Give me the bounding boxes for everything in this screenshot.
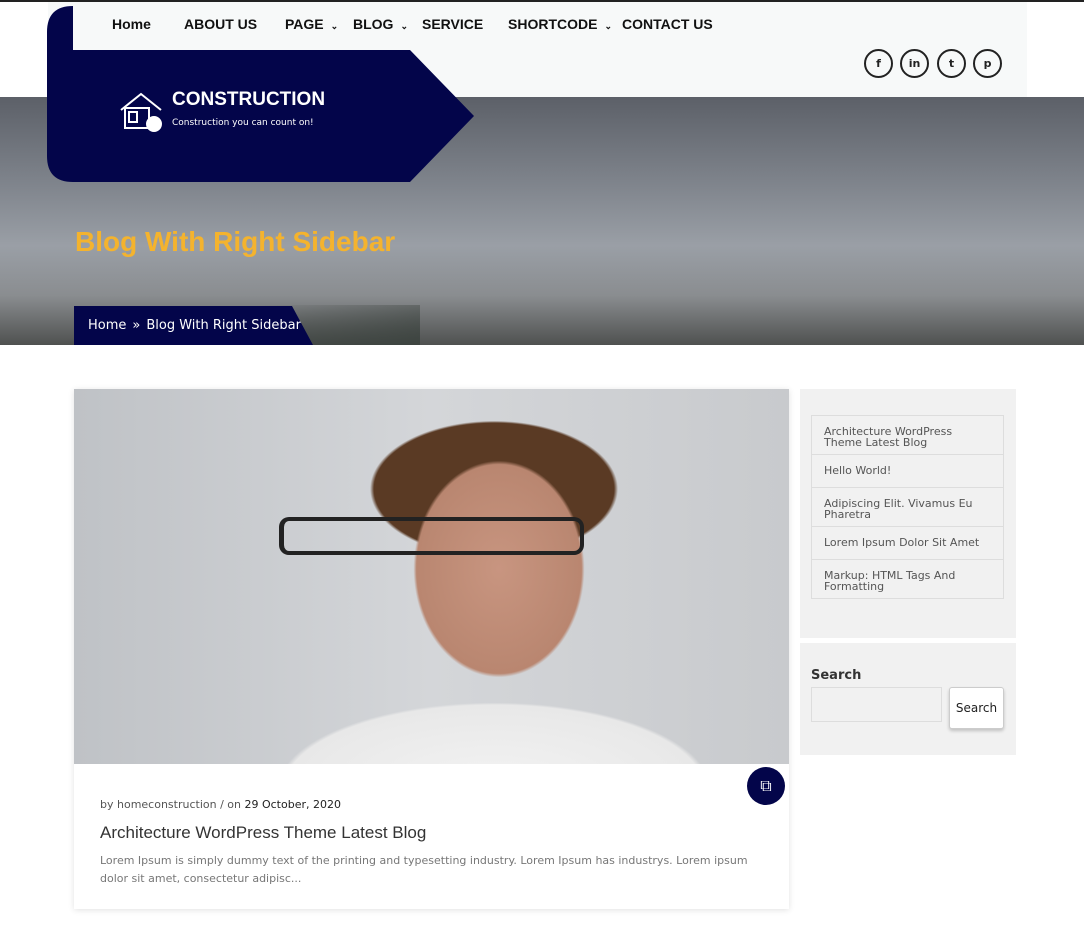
post-meta: by homeconstruction / on 29 October, 202… [100, 798, 341, 811]
glasses [279, 517, 584, 555]
nav-label: PAGE [285, 16, 324, 32]
linkedin-icon[interactable]: in [900, 49, 929, 78]
breadcrumb-separator-icon: » [132, 318, 141, 333]
breadcrumb-home[interactable]: Home [88, 318, 126, 333]
chevron-down-icon: ⌄ [400, 21, 408, 31]
post-excerpt: Lorem Ipsum is simply dummy text of the … [100, 854, 748, 885]
nav-label: Home [112, 16, 151, 32]
search-button[interactable]: Search [949, 687, 1004, 729]
nav-about-us[interactable]: ABOUT US [184, 16, 257, 32]
recent-post-link[interactable]: Markup: HTML Tags And Formatting [812, 560, 1003, 598]
nav-page[interactable]: PAGE ⌄ [285, 16, 338, 32]
nav-label: ABOUT US [184, 16, 258, 32]
breadcrumb: Home » Blog With Right Sidebar [74, 306, 313, 345]
chevron-down-icon: ⌄ [604, 21, 612, 31]
nav-home[interactable]: Home [112, 16, 151, 32]
search-input[interactable] [811, 687, 942, 722]
post-image[interactable] [74, 389, 789, 764]
nav-label: SERVICE [422, 16, 484, 32]
recent-post-link[interactable]: Adipiscing Elit. Vivamus Eu Pharetra [812, 488, 1003, 527]
nav-contact-us[interactable]: CONTACT US [622, 16, 713, 32]
nav-label: BLOG [353, 16, 394, 32]
nav-label: SHORTCODE [508, 16, 598, 32]
search-label: Search [811, 668, 862, 683]
share-icon[interactable]: ⧉ [747, 767, 785, 805]
pinterest-icon[interactable]: p [973, 49, 1002, 78]
blog-post-card: ⧉ by homeconstruction / on 29 October, 2… [74, 389, 789, 909]
recent-post-link[interactable]: Hello World! [812, 455, 1003, 488]
breadcrumb-current: Blog With Right Sidebar [146, 318, 301, 333]
nav-label: CONTACT US [622, 16, 713, 32]
search-widget: Search Search [800, 643, 1016, 755]
logo-name: CONSTRUCTION [172, 89, 326, 110]
logo-tagline: Construction you can count on! [172, 118, 314, 128]
post-title[interactable]: Architecture WordPress Theme Latest Blog [100, 823, 426, 843]
chevron-down-icon: ⌄ [330, 21, 339, 31]
recent-posts-widget: Architecture WordPress Theme Latest Blog… [800, 389, 1016, 638]
post-author: by homeconstruction / on [100, 798, 241, 811]
page-title: Blog With Right Sidebar [75, 226, 396, 257]
facebook-icon[interactable]: f [864, 49, 893, 78]
recent-post-link[interactable]: Lorem Ipsum Dolor Sit Amet [812, 527, 1003, 560]
nav-service[interactable]: SERVICE [422, 16, 483, 32]
twitter-icon[interactable]: t [937, 49, 966, 78]
nav-blog[interactable]: BLOG ⌄ [353, 16, 408, 32]
nav-shortcode[interactable]: SHORTCODE ⌄ [508, 16, 612, 32]
post-date[interactable]: 29 October, 2020 [244, 798, 341, 811]
recent-post-link[interactable]: Architecture WordPress Theme Latest Blog [812, 416, 1003, 455]
